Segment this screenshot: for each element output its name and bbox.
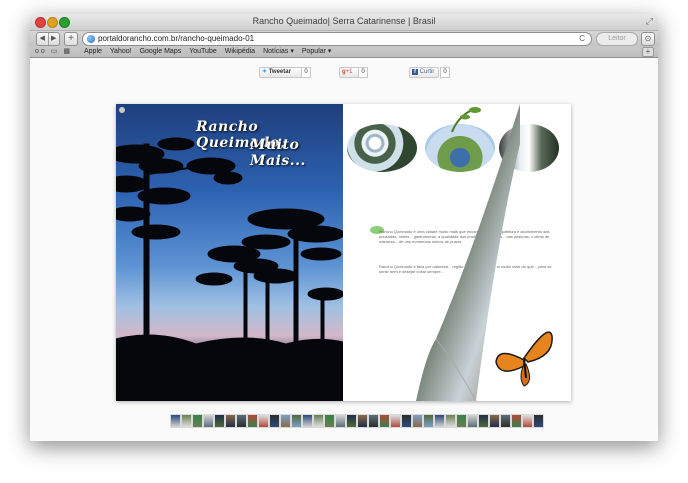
browser-window: Rancho Queimado| Serra Catarinense | Bra… xyxy=(30,14,658,441)
page-thumbnail[interactable] xyxy=(500,414,511,428)
page-thumbnail[interactable] xyxy=(511,414,522,428)
bookmark-apple[interactable]: Apple xyxy=(84,46,102,57)
page-thumbnail[interactable] xyxy=(181,414,192,428)
page-thumbnail[interactable] xyxy=(313,414,324,428)
page-thumbnail[interactable] xyxy=(258,414,269,428)
nav-buttons: ◀ ▶ xyxy=(36,32,60,46)
top-sites-grid-icon[interactable]: ▦ xyxy=(63,48,72,55)
page-thumbnail[interactable] xyxy=(280,414,291,428)
add-tab-icon[interactable]: + xyxy=(642,47,654,57)
facebook-like-button[interactable]: f Curtir xyxy=(409,67,439,78)
bookmark-wikipedia[interactable]: Wikipédia xyxy=(225,46,255,57)
page-thumbnail[interactable] xyxy=(467,414,478,428)
page-thumbnail[interactable] xyxy=(324,414,335,428)
page-corner-dot[interactable] xyxy=(119,107,125,113)
page-thumbnail[interactable] xyxy=(214,414,225,428)
tweet-count: 0 xyxy=(301,67,311,78)
page-thumbnail[interactable] xyxy=(269,414,280,428)
twitter-bird-icon: ✦ xyxy=(262,69,268,75)
fullscreen-icon[interactable]: ⤢ xyxy=(646,16,653,27)
page-thumbnail[interactable] xyxy=(456,414,467,428)
page-thumbnail[interactable] xyxy=(489,414,500,428)
butterfly-illustration xyxy=(495,331,553,387)
back-arrow-icon[interactable]: ◀ xyxy=(37,33,49,45)
bookmark-google-maps[interactable]: Google Maps xyxy=(140,46,182,57)
web-page: ✦ Tweetar 0 g+1 0 f Curtir 0 Rancho Quei… xyxy=(30,58,658,441)
bookmark-youtube[interactable]: YouTube xyxy=(189,46,217,57)
facebook-icon: f xyxy=(412,69,418,75)
reader-button[interactable]: Leitor xyxy=(596,32,638,46)
reload-icon[interactable]: C xyxy=(579,33,585,45)
page-thumbnail[interactable] xyxy=(445,414,456,428)
browser-toolbar: ◀ ▶ + portaldorancho.com.br/rancho-queim… xyxy=(30,31,658,46)
page-thumbnail[interactable] xyxy=(434,414,445,428)
reading-list-icon[interactable]: oo xyxy=(35,48,47,55)
tweet-button[interactable]: ✦ Tweetar xyxy=(259,67,303,78)
forward-arrow-icon[interactable]: ▶ xyxy=(49,33,60,45)
page-thumbnail[interactable] xyxy=(368,414,379,428)
book-title-line2: Muito Mais... xyxy=(250,137,306,169)
flowers-photo xyxy=(347,124,417,172)
page-thumbnail[interactable] xyxy=(291,414,302,428)
bookmark-items: Apple Yahoo! Google Maps YouTube Wikipéd… xyxy=(84,46,331,57)
page-thumbnail[interactable] xyxy=(522,414,533,428)
add-bookmark-button[interactable]: + xyxy=(64,32,78,46)
bookmark-popular-menu[interactable]: Popular ▾ xyxy=(302,46,332,57)
page-thumbnail[interactable] xyxy=(533,414,544,428)
page-thumbnail[interactable] xyxy=(379,414,390,428)
url-text[interactable]: portaldorancho.com.br/rancho-queimado-01 xyxy=(98,33,254,45)
book-left-page[interactable]: Rancho Queimado, Muito Mais... xyxy=(116,104,343,401)
page-thumbnail[interactable] xyxy=(192,414,203,428)
gplus-count: 0 xyxy=(358,67,368,78)
gplus-label: +1 xyxy=(345,69,353,75)
page-thumbnail[interactable] xyxy=(170,414,181,428)
page-thumbnail[interactable] xyxy=(302,414,313,428)
page-thumbnail[interactable] xyxy=(225,414,236,428)
bookmarks-book-icon[interactable]: ▭ xyxy=(51,48,60,55)
flipbook[interactable]: Rancho Queimado, Muito Mais... Rancho Qu… xyxy=(116,104,571,402)
bookmark-yahoo[interactable]: Yahoo! xyxy=(110,46,132,57)
page-thumbnail[interactable] xyxy=(247,414,258,428)
page-thumbnail[interactable] xyxy=(478,414,489,428)
fb-count: 0 xyxy=(440,67,450,78)
page-thumbnail[interactable] xyxy=(335,414,346,428)
tweet-label: Tweetar xyxy=(268,69,291,75)
bookmarks-bar: oo ▭ ▦ Apple Yahoo! Google Maps YouTube … xyxy=(30,46,658,58)
address-bar[interactable]: portaldorancho.com.br/rancho-queimado-01… xyxy=(82,32,592,46)
fb-label: Curtir xyxy=(419,69,435,75)
title-bar: Rancho Queimado| Serra Catarinense | Bra… xyxy=(30,14,658,31)
window-title: Rancho Queimado| Serra Catarinense | Bra… xyxy=(252,16,436,26)
globe-icon xyxy=(87,35,95,43)
page-thumbnail[interactable] xyxy=(423,414,434,428)
page-thumbnail[interactable] xyxy=(401,414,412,428)
bookmarks-icons: oo ▭ ▦ xyxy=(35,46,72,57)
page-thumbnail[interactable] xyxy=(346,414,357,428)
page-thumbnail[interactable] xyxy=(203,414,214,428)
page-thumbnail[interactable] xyxy=(357,414,368,428)
downloads-icon[interactable]: ⊙ xyxy=(641,32,655,46)
page-thumbnail[interactable] xyxy=(236,414,247,428)
google-plus-button[interactable]: g+1 xyxy=(339,67,360,78)
bookmark-noticias-menu[interactable]: Notícias ▾ xyxy=(263,46,294,57)
page-thumbnail[interactable] xyxy=(390,414,401,428)
page-thumbnail[interactable] xyxy=(412,414,423,428)
